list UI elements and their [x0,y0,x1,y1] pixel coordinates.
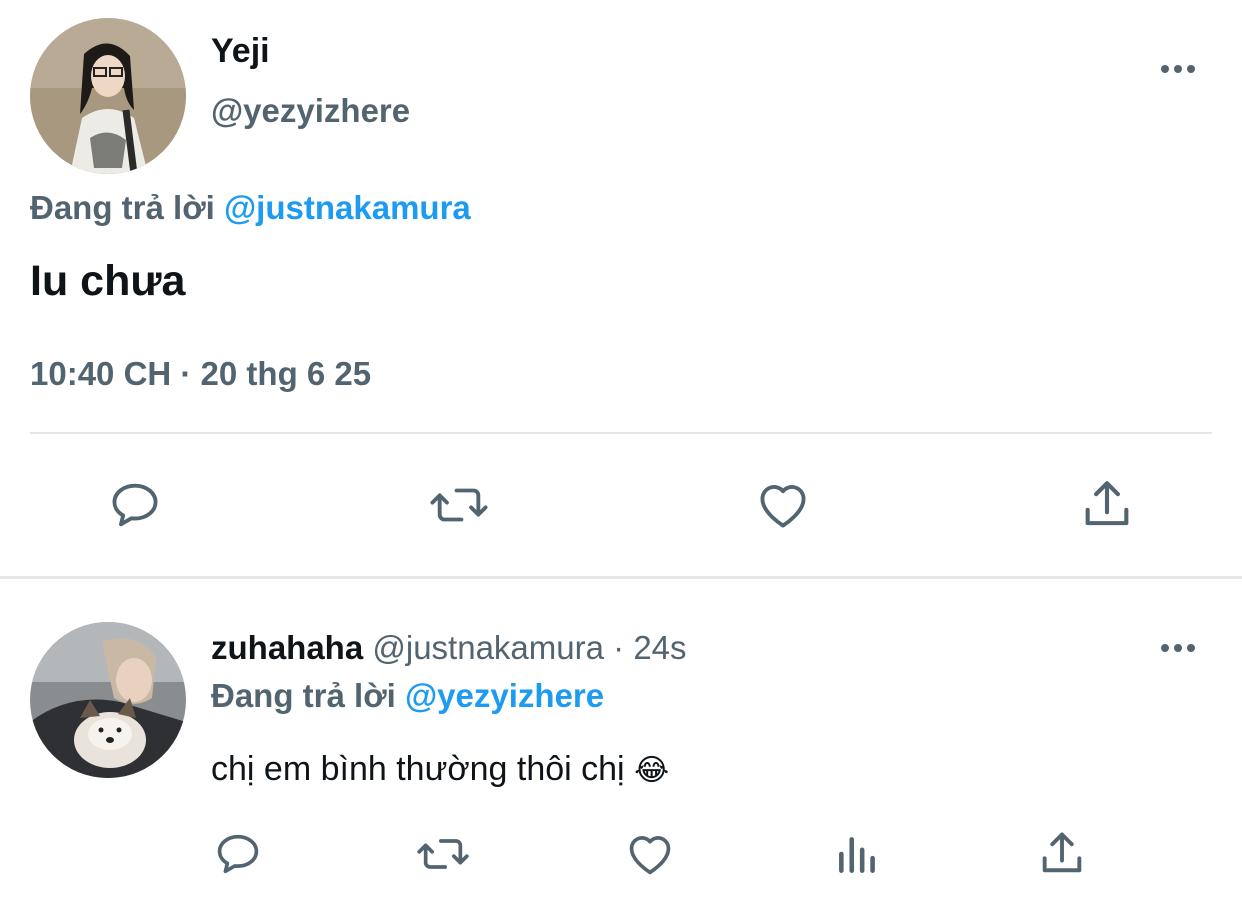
share-button[interactable] [1032,826,1092,882]
share-button[interactable] [1072,475,1142,535]
replying-prefix: Đang trả lời [30,189,215,226]
analytics-icon [839,837,875,873]
retweet-button[interactable] [424,475,494,535]
more-options-icon[interactable] [1161,65,1195,73]
retweet-icon [430,488,488,522]
avatar[interactable] [30,18,186,174]
avatar-photo [30,18,186,174]
retweet-button[interactable] [411,826,475,882]
reply-icon [112,483,158,527]
section-divider [0,576,1242,579]
analytics-button[interactable] [828,826,888,882]
tweet-timestamp[interactable]: 10:40 CH · 20 thg 6 25 [30,354,371,394]
share-icon [1042,832,1082,873]
replying-to-link[interactable]: @justnakamura [224,189,471,226]
replying-to-line: Đang trả lời @justnakamura [30,188,471,228]
user-handle[interactable]: @yezyizhere [211,91,410,131]
replying-prefix: Đang trả lời [211,677,396,714]
like-button[interactable] [748,475,818,535]
time-separator: · [613,629,625,666]
laughing-emoji-icon: 😂 [634,754,670,787]
divider [30,432,1212,434]
reply-button[interactable] [100,475,170,535]
avatar[interactable] [30,622,186,778]
display-name[interactable]: Yeji [211,31,270,71]
reply-button[interactable] [208,826,268,882]
like-icon [629,836,671,875]
like-button[interactable] [620,826,680,882]
replying-to-link[interactable]: @yezyizhere [405,677,604,714]
more-options-icon[interactable] [1161,644,1195,652]
share-icon [1085,481,1129,526]
reply-icon [217,834,259,874]
reply-header: zuhahaha @justnakamura · 24s [211,628,687,668]
tweet-time[interactable]: 24s [633,629,686,666]
user-handle[interactable]: @justnakamura [372,629,604,666]
tweet-text: Iu chưa [30,257,186,305]
display-name[interactable]: zuhahaha [211,629,363,666]
avatar-photo [30,622,186,778]
retweet-icon [417,839,469,869]
tweet-text-body: chị em bình thường thôi chị [211,750,625,788]
replying-to-line: Đang trả lời @yezyizhere [211,676,604,716]
tweet-text: chị em bình thường thôi chị 😂 [211,748,669,792]
like-icon [760,485,806,528]
